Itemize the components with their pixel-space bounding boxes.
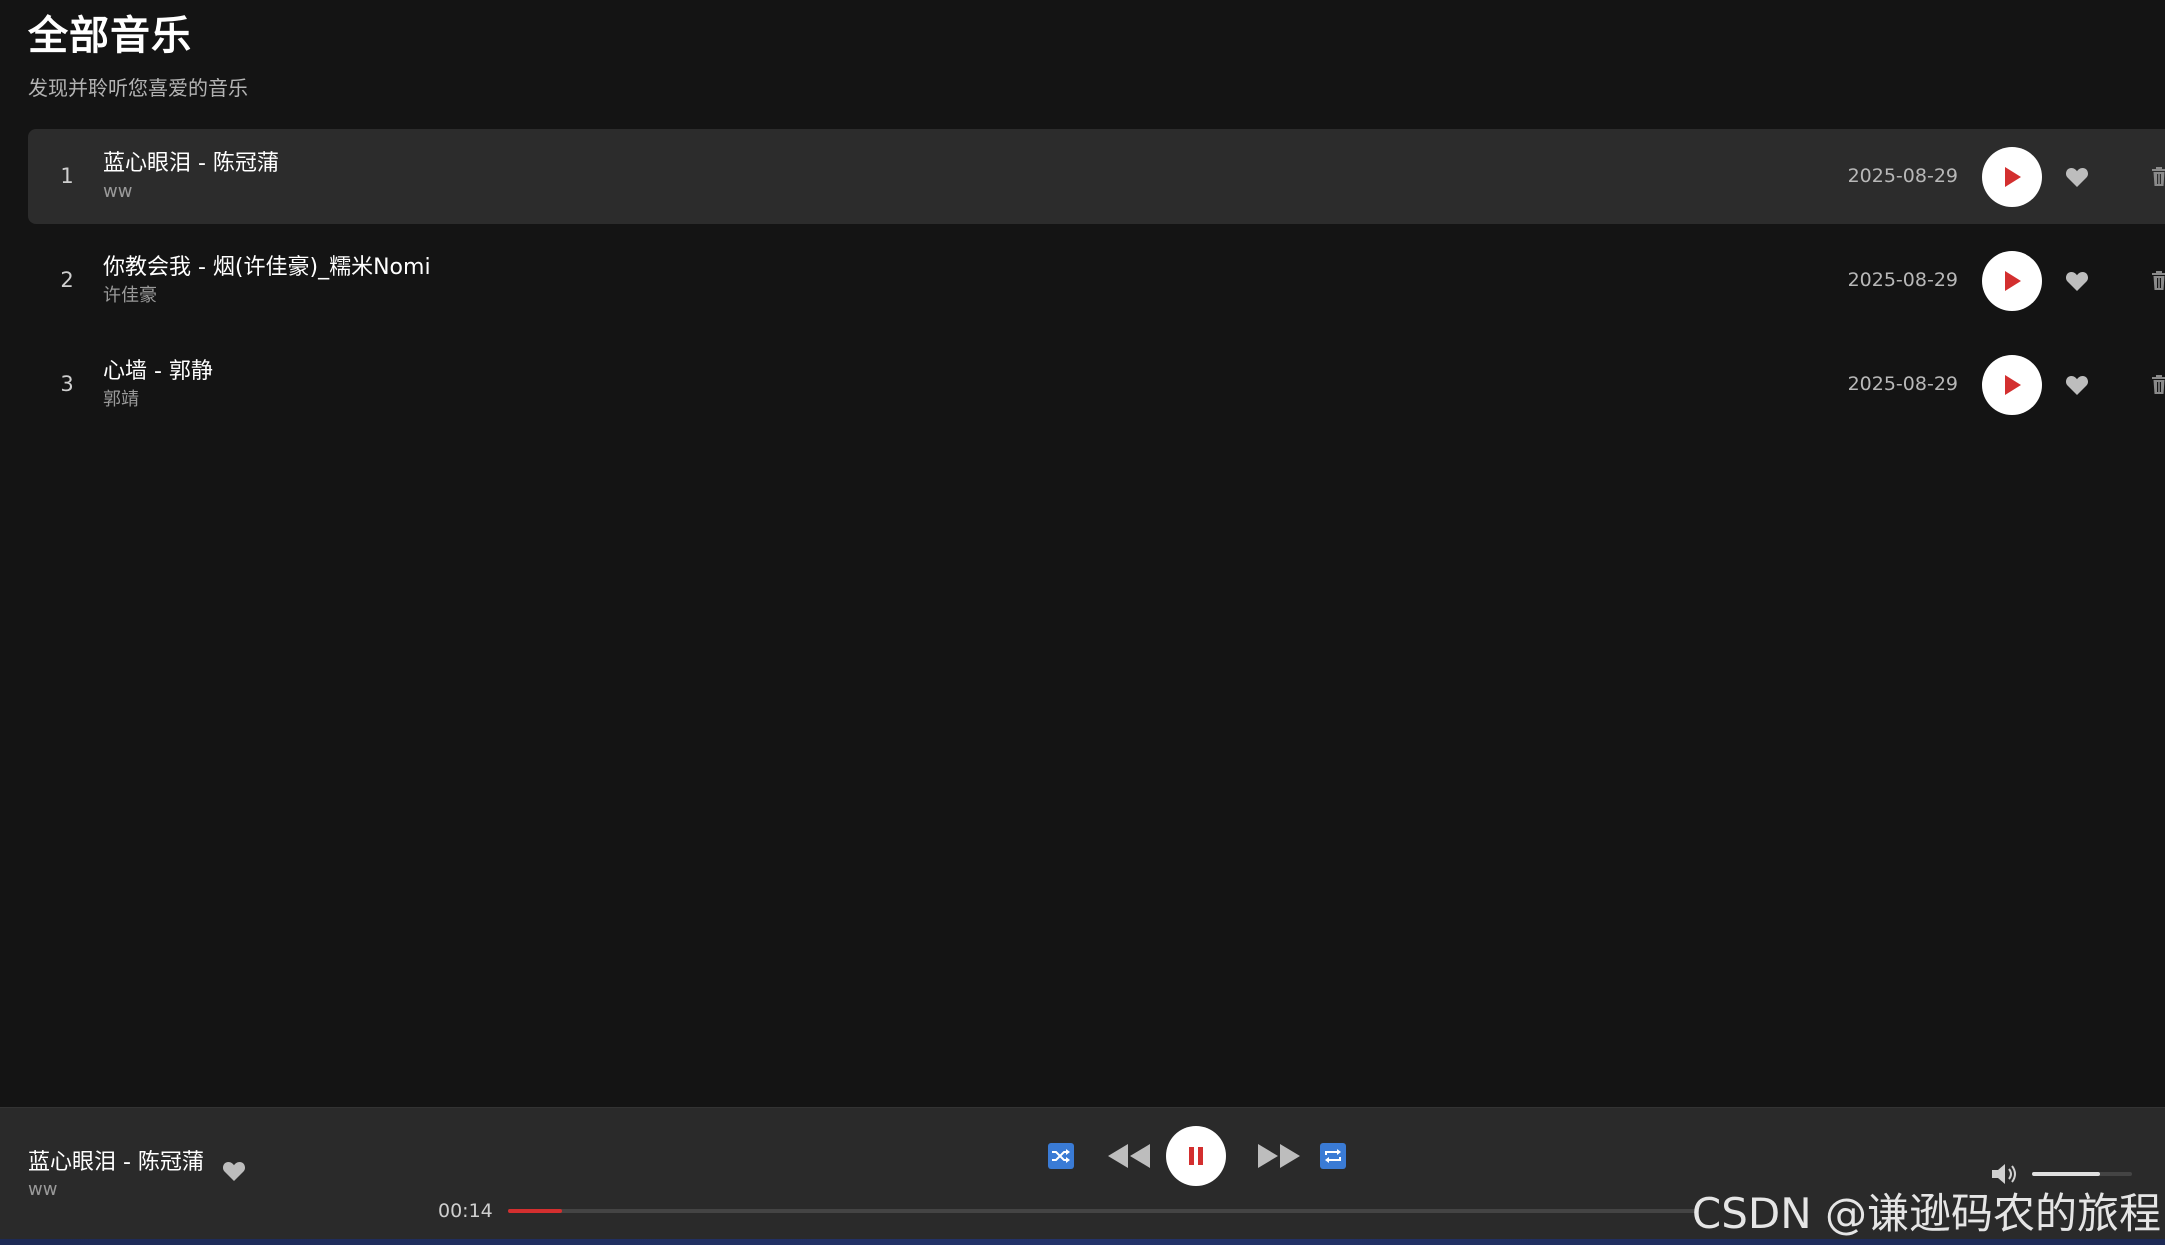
next-icon: [1258, 1144, 1300, 1168]
pause-button[interactable]: [1166, 1126, 1226, 1186]
page-subtitle: 发现并聆听您喜爱的音乐: [28, 76, 248, 100]
favorite-button[interactable]: [2064, 268, 2090, 294]
progress-bar[interactable]: [508, 1209, 1698, 1213]
favorite-button[interactable]: [2064, 164, 2090, 190]
now-playing-favorite-button[interactable]: [222, 1160, 248, 1186]
song-info: 蓝心眼泪 - 陈冠蒲 ww: [103, 149, 279, 204]
page-title: 全部音乐: [28, 13, 192, 59]
previous-icon: [1108, 1144, 1150, 1168]
play-icon: [2005, 167, 2021, 187]
favorite-button[interactable]: [2064, 372, 2090, 398]
song-artist: ww: [103, 181, 133, 202]
song-artist: 许佳豪: [103, 285, 157, 306]
song-index: 3: [60, 372, 74, 396]
song-list: 1 蓝心眼泪 - 陈冠蒲 ww 2025-08-29 2 你教会我 - 烟(许佳…: [28, 129, 2165, 441]
now-playing-artist: ww: [28, 1179, 58, 1200]
progress-fill: [508, 1209, 562, 1213]
delete-button[interactable]: [2146, 372, 2165, 398]
page-header: 全部音乐 发现并聆听您喜爱的音乐: [28, 10, 248, 101]
song-title: 心墙 - 郭静: [103, 359, 213, 384]
current-time: 00:14: [438, 1200, 493, 1222]
music-app: 全部音乐 发现并聆听您喜爱的音乐 1 蓝心眼泪 - 陈冠蒲 ww 2025-08…: [0, 0, 2165, 1245]
watermark: CSDN @谦逊码农的旅程: [1691, 1189, 2161, 1238]
song-row[interactable]: 2 你教会我 - 烟(许佳豪)_糯米Nomi 许佳豪 2025-08-29: [28, 233, 2165, 328]
heart-icon: [222, 1162, 246, 1181]
song-index: 1: [60, 164, 74, 188]
previous-button[interactable]: [1106, 1140, 1154, 1172]
song-info: 心墙 - 郭静 郭靖: [103, 357, 213, 412]
shuffle-icon: [1052, 1149, 1070, 1163]
volume-fill: [2032, 1172, 2100, 1176]
song-row[interactable]: 1 蓝心眼泪 - 陈冠蒲 ww 2025-08-29: [28, 129, 2165, 224]
play-button[interactable]: [1982, 355, 2042, 415]
heart-icon: [2065, 168, 2089, 187]
now-playing: 蓝心眼泪 - 陈冠蒲 ww: [28, 1148, 204, 1202]
heart-icon: [2065, 376, 2089, 395]
now-playing-title: 蓝心眼泪 - 陈冠蒲: [28, 1150, 204, 1175]
delete-button[interactable]: [2146, 164, 2165, 190]
play-icon: [2005, 375, 2021, 395]
pause-icon: [1189, 1147, 1203, 1165]
heart-icon: [2065, 272, 2089, 291]
song-date: 2025-08-29: [1847, 269, 1958, 291]
repeat-button[interactable]: [1320, 1143, 1346, 1169]
delete-button[interactable]: [2146, 268, 2165, 294]
song-info: 你教会我 - 烟(许佳豪)_糯米Nomi 许佳豪: [103, 253, 431, 308]
shuffle-button[interactable]: [1048, 1143, 1074, 1169]
trash-icon: [2152, 375, 2165, 394]
play-icon: [2005, 271, 2021, 291]
trash-icon: [2152, 167, 2165, 186]
song-title: 蓝心眼泪 - 陈冠蒲: [103, 151, 279, 176]
repeat-icon: [1325, 1149, 1341, 1163]
song-date: 2025-08-29: [1847, 373, 1958, 395]
play-button[interactable]: [1982, 251, 2042, 311]
next-button[interactable]: [1254, 1140, 1302, 1172]
song-row[interactable]: 3 心墙 - 郭静 郭靖 2025-08-29: [28, 337, 2165, 432]
trash-icon: [2152, 271, 2165, 290]
song-index: 2: [60, 268, 74, 292]
song-title: 你教会我 - 烟(许佳豪)_糯米Nomi: [103, 255, 431, 280]
playback-controls: [1046, 1126, 1346, 1186]
play-button[interactable]: [1982, 147, 2042, 207]
song-artist: 郭靖: [103, 389, 139, 410]
volume-slider[interactable]: [2032, 1172, 2132, 1176]
song-date: 2025-08-29: [1847, 165, 1958, 187]
